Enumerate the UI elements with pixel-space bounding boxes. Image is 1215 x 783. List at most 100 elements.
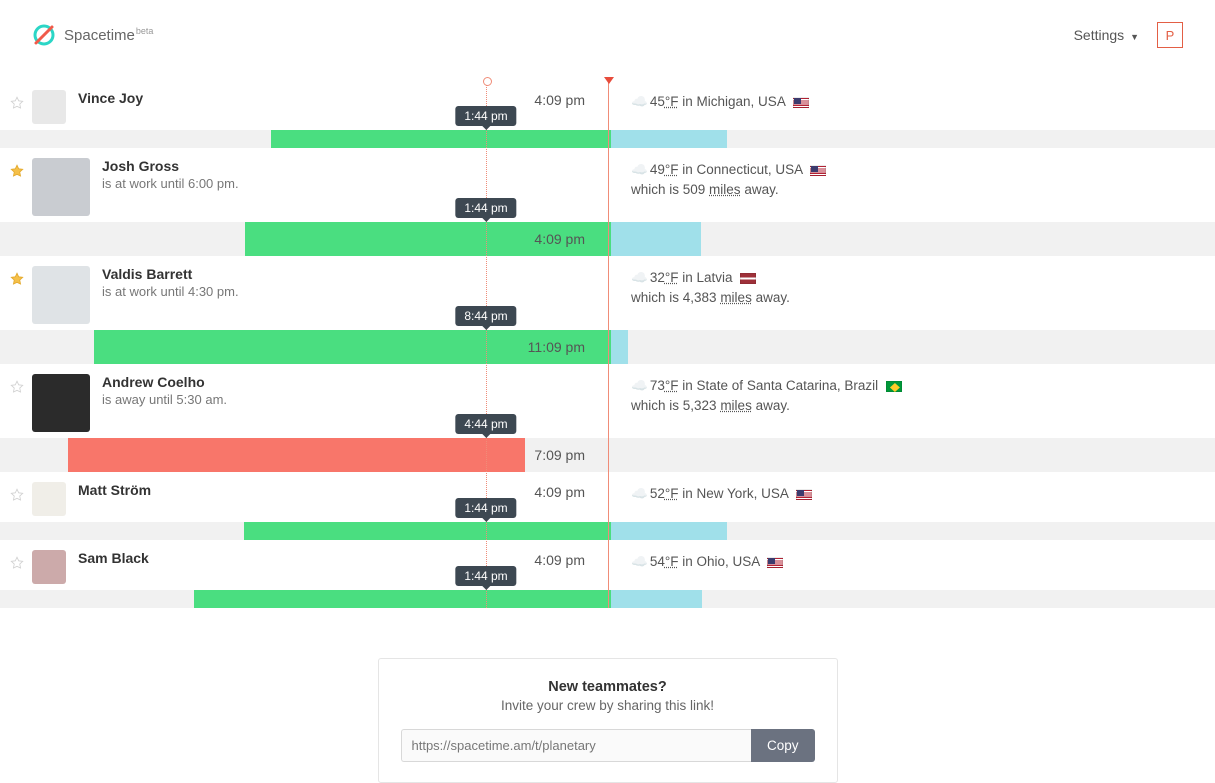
person-name: Matt Ström — [78, 482, 338, 498]
person-row: Sam Black4:09 pm☁️54°F in Ohio, USA 1:44… — [0, 540, 1215, 608]
name-block: Sam Black — [78, 550, 338, 566]
person-name: Sam Black — [78, 550, 338, 566]
temp-unit[interactable]: °F — [665, 554, 679, 569]
logo[interactable]: Spacetimebeta — [32, 23, 153, 47]
availability-bar[interactable] — [0, 130, 1215, 148]
user-avatar-badge[interactable]: P — [1157, 22, 1183, 48]
cloud-icon: ☁️ — [631, 378, 648, 393]
copy-button[interactable]: Copy — [751, 729, 815, 762]
person-name: Andrew Coelho — [102, 374, 362, 390]
person-name: Josh Gross — [102, 158, 362, 174]
temp-unit[interactable]: °F — [665, 162, 679, 177]
app-header: Spacetimebeta Settings ▼ P — [0, 0, 1215, 70]
distance-line: which is 5,323 miles away. — [631, 396, 902, 416]
location: Connecticut, USA — [697, 162, 803, 177]
favorite-star-icon[interactable] — [10, 164, 24, 178]
location: Michigan, USA — [697, 94, 786, 109]
weather-info: ☁️45°F in Michigan, USA — [631, 92, 809, 112]
weather-info: ☁️54°F in Ohio, USA — [631, 552, 783, 572]
blue-segment — [611, 222, 701, 256]
blue-segment — [611, 130, 727, 148]
avatar[interactable] — [32, 266, 90, 324]
green-segment — [244, 522, 611, 540]
person-status: is away until 5:30 am. — [102, 392, 362, 407]
availability-bar[interactable]: 4:09 pm — [0, 222, 1215, 256]
avatar[interactable] — [32, 90, 66, 124]
flag-icon — [740, 273, 756, 284]
person-row: Josh Gross is at work until 6:00 pm. ☁️49°… — [0, 148, 1215, 256]
weather-info: ☁️73°F in State of Santa Catarina, Brazi… — [631, 376, 902, 415]
flag-icon — [810, 165, 826, 176]
logo-icon — [32, 23, 56, 47]
avatar[interactable] — [32, 374, 90, 432]
weather-info: ☁️52°F in New York, USA — [631, 484, 812, 504]
cloud-icon: ☁️ — [631, 162, 648, 177]
favorite-star-icon[interactable] — [10, 272, 24, 286]
favorite-star-icon[interactable] — [10, 96, 24, 110]
avatar[interactable] — [32, 158, 90, 216]
settings-link[interactable]: Settings ▼ — [1074, 27, 1139, 43]
temp-unit[interactable]: °F — [665, 94, 679, 109]
temp-unit[interactable]: °F — [665, 378, 679, 393]
avatar[interactable] — [32, 482, 66, 516]
person-name: Valdis Barrett — [102, 266, 362, 282]
person-status: is at work until 4:30 pm. — [102, 284, 362, 299]
person-row: Andrew Coelho is away until 5:30 am. ☁️73°… — [0, 364, 1215, 472]
miles-unit-toggle[interactable]: miles — [709, 182, 741, 197]
flag-icon — [796, 489, 812, 500]
temperature: 73 — [650, 378, 665, 393]
favorite-star-icon[interactable] — [10, 556, 24, 570]
temp-unit[interactable]: °F — [665, 270, 679, 285]
blue-segment — [611, 330, 628, 364]
cloud-icon: ☁️ — [631, 94, 648, 109]
invite-subtitle: Invite your crew by sharing this link! — [401, 698, 815, 713]
availability-bar[interactable]: 11:09 pm — [0, 330, 1215, 364]
name-block: Valdis Barrett is at work until 4:30 pm. — [102, 266, 362, 299]
location: State of Santa Catarina, Brazil — [697, 378, 879, 393]
blue-segment — [611, 590, 702, 608]
invite-url-input[interactable] — [401, 729, 751, 762]
green-segment — [271, 130, 611, 148]
local-time: 4:09 pm — [534, 484, 585, 500]
local-time: 7:09 pm — [534, 447, 585, 463]
miles-unit-toggle[interactable]: miles — [720, 290, 752, 305]
blue-segment — [611, 522, 727, 540]
invite-box: New teammates? Invite your crew by shari… — [378, 658, 838, 783]
distance-line: which is 509 miles away. — [631, 180, 826, 200]
temp-unit[interactable]: °F — [665, 486, 679, 501]
header-right: Settings ▼ P — [1074, 22, 1183, 48]
name-block: Vince Joy — [78, 90, 338, 106]
location: Latvia — [697, 270, 733, 285]
timeline-area: Vince Joy4:09 pm☁️45°F in Michigan, USA … — [0, 70, 1215, 608]
flag-icon — [767, 557, 783, 568]
flag-icon — [886, 381, 902, 392]
invite-title: New teammates? — [401, 679, 815, 695]
caret-down-icon: ▼ — [1130, 32, 1139, 42]
location: New York, USA — [697, 486, 789, 501]
favorite-star-icon[interactable] — [10, 488, 24, 502]
temperature: 49 — [650, 162, 665, 177]
person-header: Sam Black4:09 pm☁️54°F in Ohio, USA — [0, 540, 1215, 590]
person-header: Josh Gross is at work until 6:00 pm. ☁️49°… — [0, 148, 1215, 222]
miles-unit-toggle[interactable]: miles — [720, 398, 752, 413]
temperature: 52 — [650, 486, 665, 501]
person-row: Matt Ström 4:09 pm ☁️52°F in New York, USA… — [0, 472, 1215, 540]
availability-bar[interactable]: 7:09 pm — [0, 438, 1215, 472]
red-segment — [68, 438, 525, 472]
person-status: is at work until 6:00 pm. — [102, 176, 362, 191]
avatar[interactable] — [32, 550, 66, 584]
cloud-icon: ☁️ — [631, 554, 648, 569]
name-block: Andrew Coelho is away until 5:30 am. — [102, 374, 362, 407]
location: Ohio, USA — [697, 554, 760, 569]
availability-bar[interactable] — [0, 590, 1215, 608]
availability-bar[interactable] — [0, 522, 1215, 540]
person-header: Valdis Barrettis at work until 4:30 pm.☁… — [0, 256, 1215, 330]
app-name: Spacetimebeta — [64, 26, 153, 44]
temperature: 45 — [650, 94, 665, 109]
favorite-star-icon[interactable] — [10, 380, 24, 394]
person-header: Vince Joy4:09 pm☁️45°F in Michigan, USA — [0, 80, 1215, 130]
local-time: 4:09 pm — [534, 231, 585, 247]
temperature: 32 — [650, 270, 665, 285]
green-segment — [194, 590, 611, 608]
cloud-icon: ☁️ — [631, 486, 648, 501]
